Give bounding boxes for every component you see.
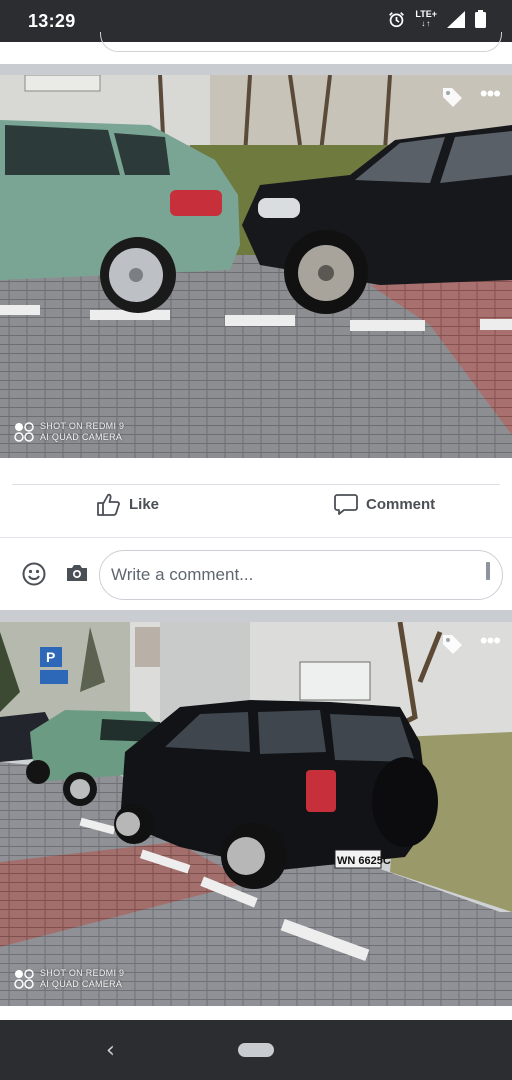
- alarm-icon: [389, 11, 405, 27]
- comment-input[interactable]: [111, 563, 471, 587]
- camera-icon[interactable]: [66, 564, 88, 582]
- parking-photo-2: P WN 6625C: [0, 622, 512, 1006]
- network-arrows: ↓↑: [421, 19, 432, 28]
- watermark-line-1: SHOT ON REDMI 9: [40, 421, 125, 431]
- battery-icon: [475, 10, 486, 28]
- more-options-icon[interactable]: •••: [480, 630, 501, 652]
- watermark-line-2: AI QUAD CAMERA: [40, 432, 123, 442]
- status-time: 13:29: [28, 11, 76, 31]
- svg-text:P: P: [46, 649, 55, 665]
- comment-composer: [0, 537, 512, 610]
- text-cursor: [486, 562, 490, 580]
- tag-icon[interactable]: [440, 632, 464, 656]
- camera-watermark: SHOT ON REDMI 9 AI QUAD CAMERA: [14, 968, 124, 990]
- network-indicator: LTE+ ↓↑: [415, 9, 437, 29]
- navigation-bar: ‹: [0, 1020, 512, 1080]
- parking-photo-1: [0, 75, 512, 458]
- post-card-1: ••• SHOT ON REDMI 9 AI QUAD CAMERA Like: [0, 75, 512, 610]
- like-label: Like: [129, 496, 160, 513]
- home-pill-icon[interactable]: [238, 1043, 274, 1057]
- comment-bubble-icon: [334, 494, 358, 515]
- license-plate-text: WN 6625C: [337, 855, 391, 867]
- watermark-logo-icon: [14, 969, 34, 989]
- previous-comment-input[interactable]: [100, 32, 502, 52]
- watermark-logo-icon: [14, 422, 34, 442]
- comment-button[interactable]: Comment: [334, 493, 435, 516]
- watermark-line-2: AI QUAD CAMERA: [40, 979, 123, 989]
- emoji-icon[interactable]: [22, 562, 46, 586]
- comment-label: Comment: [366, 496, 436, 513]
- tag-icon[interactable]: [440, 85, 464, 109]
- post-photo-2[interactable]: P WN 6625C ••• SHOT ON REDMI 9 AI QUAD C…: [0, 622, 512, 1006]
- post-card-2: P WN 6625C ••• SHOT ON REDMI 9 AI QUAD C…: [0, 622, 512, 1020]
- watermark-line-1: SHOT ON REDMI 9: [40, 968, 125, 978]
- signal-icon: [447, 10, 465, 28]
- camera-watermark: SHOT ON REDMI 9 AI QUAD CAMERA: [14, 421, 124, 443]
- comment-field[interactable]: [99, 550, 503, 600]
- like-button[interactable]: Like: [96, 493, 159, 516]
- back-icon[interactable]: ‹: [106, 1038, 115, 1063]
- network-label: LTE+: [415, 9, 437, 19]
- more-options-icon[interactable]: •••: [480, 83, 501, 105]
- post-actions: Like Comment: [0, 485, 512, 525]
- status-icons: LTE+ ↓↑: [388, 10, 486, 28]
- post-photo-1[interactable]: ••• SHOT ON REDMI 9 AI QUAD CAMERA: [0, 75, 512, 458]
- previous-post-stub: [0, 32, 512, 64]
- thumbs-up-icon: [97, 493, 120, 516]
